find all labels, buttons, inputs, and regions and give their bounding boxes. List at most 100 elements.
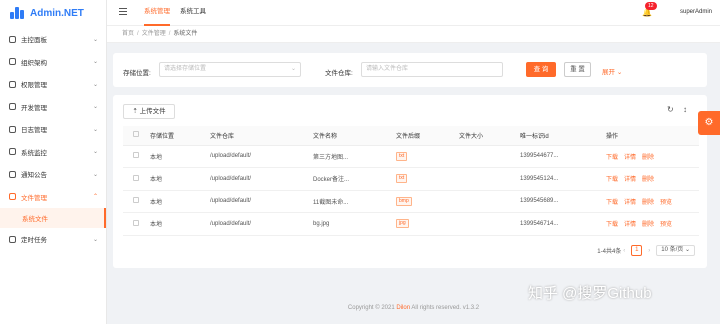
chevron-down-icon: ⌄ — [290, 66, 296, 72]
delete-link[interactable]: 删除 — [642, 155, 654, 161]
lock-icon — [9, 80, 16, 88]
reset-button[interactable]: 重 置 — [564, 62, 591, 77]
tab-system-management[interactable]: 系统管理 — [144, 0, 170, 26]
watermark: 知乎 @搜罗Github — [528, 285, 652, 302]
sidebar-item-logs[interactable]: 日志管理 ⌄ — [0, 118, 106, 141]
detail-link[interactable]: 详情 — [624, 177, 636, 183]
cell-location: 本地 — [147, 212, 207, 236]
cell-id: 1399546714... — [517, 212, 603, 236]
cell-id: 1399545124... — [517, 167, 603, 191]
footer-prefix: Copyright © 2021 — [347, 305, 397, 311]
detail-link[interactable]: 详情 — [624, 200, 636, 206]
ext-tag: txt — [396, 151, 408, 161]
row-checkbox[interactable] — [133, 152, 139, 159]
preview-link[interactable]: 预览 — [660, 222, 672, 228]
bell-icon — [9, 170, 16, 178]
app-title: Admin.NET — [30, 7, 84, 19]
col-header: 文件名称 — [310, 126, 393, 146]
ext-tag: jpg — [396, 219, 409, 229]
tab-system-tools[interactable]: 系统工具 — [180, 0, 206, 26]
page-1-button[interactable]: 1 — [631, 245, 643, 256]
expand-toggle[interactable]: 展开 ⌄ — [602, 66, 622, 76]
col-header: 存储位置 — [147, 126, 207, 146]
sidebar-item-permissions[interactable]: 权限管理 ⌄ — [0, 73, 106, 96]
prev-page-icon[interactable]: ‹ — [623, 248, 625, 254]
table-row: 本地 /upload/default/ bg.jpg jpg 139954671… — [123, 212, 699, 236]
cell-bucket: /upload/default/ — [207, 190, 310, 213]
header: 系统管理 系统工具 🔔 12 superAdmin — [107, 0, 720, 26]
chevron-down-icon: ⌄ — [92, 126, 98, 133]
table-header-row: 存储位置 文件仓库 文件名称 文件后缀 文件大小 唯一标识id 操作 — [123, 126, 699, 146]
next-page-icon[interactable]: › — [648, 248, 650, 254]
cell-bucket: /upload/default/ — [207, 212, 310, 236]
download-link[interactable]: 下载 — [606, 155, 618, 161]
sidebar-item-label: 通知公告 — [21, 172, 47, 180]
dashboard-icon — [9, 35, 16, 43]
sidebar-item-label: 定时任务 — [21, 237, 47, 245]
breadcrumb-current: 系统文件 — [173, 31, 198, 37]
delete-link[interactable]: 删除 — [642, 177, 654, 183]
sidebar-item-organization[interactable]: 组织架构 ⌄ — [0, 51, 106, 74]
sidebar-item-notices[interactable]: 通知公告 ⌄ — [0, 163, 106, 186]
download-link[interactable]: 下载 — [606, 177, 618, 183]
download-link[interactable]: 下载 — [606, 200, 618, 206]
column-height-icon[interactable]: ↕ — [683, 105, 687, 114]
sidebar-item-files[interactable]: 文件管理 ⌃ — [0, 186, 106, 209]
refresh-icon[interactable]: ↻ — [667, 105, 674, 114]
chevron-up-icon: ⌃ — [92, 194, 98, 201]
cell-filename: Docker备注... — [310, 167, 393, 191]
chevron-down-icon: ⌄ — [92, 149, 98, 156]
detail-link[interactable]: 详情 — [624, 222, 636, 228]
ext-tag: txt — [396, 174, 408, 184]
delete-link[interactable]: 删除 — [642, 222, 654, 228]
footer: Copyright © 2021 Dilon All rights reserv… — [107, 305, 720, 311]
sidebar-item-scheduled-tasks[interactable]: 定时任务 ⌄ — [0, 228, 106, 251]
upload-button[interactable]: ⇡ 上传文件 — [123, 104, 175, 119]
chevron-down-icon: ⌄ — [92, 236, 98, 243]
breadcrumb-home[interactable]: 首页 — [122, 31, 134, 37]
logo[interactable]: Admin.NET — [0, 0, 106, 26]
delete-link[interactable]: 删除 — [642, 200, 654, 206]
chevron-down-icon: ⌄ — [92, 104, 98, 111]
pagination-summary: 1-4共4条 — [597, 249, 622, 255]
clock-icon — [9, 235, 16, 243]
download-link[interactable]: 下载 — [606, 222, 618, 228]
sidebar: Admin.NET 主控面板 ⌄ 组织架构 ⌄ 权限管理 ⌄ 开发管理 ⌄ 日志管理 ⌄ … — [0, 0, 107, 324]
chevron-down-icon: ⌄ — [92, 36, 98, 43]
table-row: 本地 /upload/default/ 11截图未命... bmp 139954… — [123, 190, 699, 213]
logo-icon — [10, 7, 24, 19]
search-form: 存储位置: 请选择存储位置 ⌄ 文件仓库: 请输入文件仓库 查 询 重 置 展开… — [113, 53, 707, 87]
storage-select[interactable]: 请选择存储位置 ⌄ — [159, 62, 301, 77]
sidebar-item-monitor[interactable]: 系统监控 ⌄ — [0, 141, 106, 164]
upload-label: 上传文件 — [139, 108, 166, 115]
sidebar-item-dashboard[interactable]: 主控面板 ⌄ — [0, 28, 106, 51]
row-checkbox[interactable] — [133, 197, 139, 204]
user-name[interactable]: superAdmin — [680, 9, 712, 15]
page-size-label: 10 条/页 — [661, 247, 684, 253]
page-size-select[interactable]: 10 条/页 ⌄ — [656, 245, 695, 256]
log-icon — [9, 125, 16, 133]
sidebar-subitem-system-files[interactable]: 系统文件 — [0, 208, 106, 228]
select-all-checkbox[interactable] — [133, 131, 139, 138]
chevron-down-icon: ⌄ — [92, 59, 98, 66]
row-checkbox[interactable] — [133, 219, 139, 226]
col-header: 唯一标识id — [517, 126, 603, 146]
preview-link[interactable]: 预览 — [660, 200, 672, 206]
row-checkbox[interactable] — [133, 174, 139, 181]
gear-icon: ⚙ — [704, 117, 714, 128]
menu-fold-icon[interactable] — [119, 8, 127, 16]
chevron-down-icon: ⌄ — [684, 247, 690, 253]
code-icon — [9, 103, 16, 111]
footer-brand-link[interactable]: Dilon — [396, 305, 410, 311]
cell-bucket: /upload/default/ — [207, 145, 310, 168]
footer-suffix: All rights reserved. v1.3.2 — [410, 305, 480, 311]
breadcrumb: 首页 / 文件管理 / 系统文件 — [107, 26, 720, 43]
query-button[interactable]: 查 询 — [526, 62, 556, 77]
sidebar-item-development[interactable]: 开发管理 ⌄ — [0, 96, 106, 119]
cell-id: 1399545689... — [517, 190, 603, 213]
detail-link[interactable]: 详情 — [624, 155, 636, 161]
bucket-input[interactable]: 请输入文件仓库 — [361, 62, 503, 77]
breadcrumb-parent[interactable]: 文件管理 — [142, 31, 166, 37]
settings-drawer-button[interactable]: ⚙ — [698, 111, 720, 135]
chevron-down-icon: ⌄ — [92, 81, 98, 88]
